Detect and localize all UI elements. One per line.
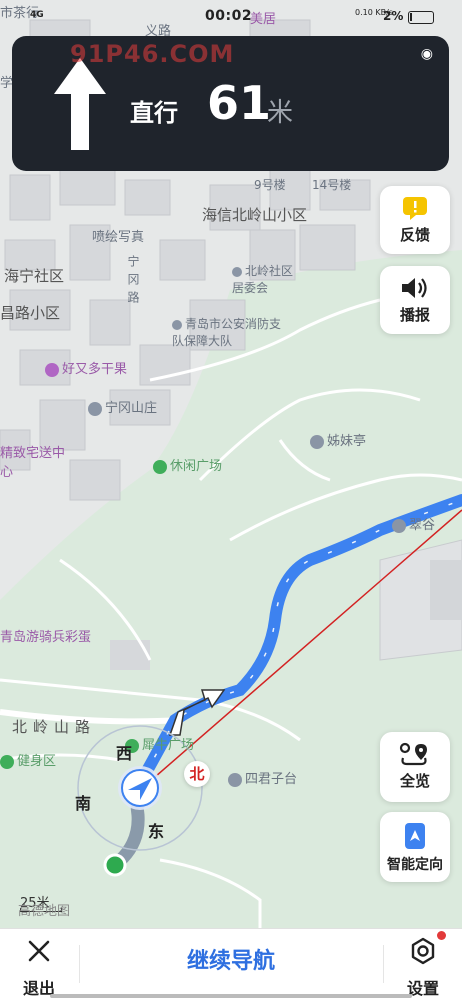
map-label: 9号楼 <box>254 178 286 192</box>
continue-navigation-button[interactable]: 继续导航 <box>80 929 382 1000</box>
close-icon <box>28 940 50 962</box>
carrier-indicator: 4G <box>30 10 44 20</box>
start-marker <box>103 853 127 877</box>
map-label: 四君子台 <box>228 768 297 787</box>
phone-locate-icon <box>405 823 425 849</box>
map-label: 健身区 <box>0 750 56 769</box>
map-label: 昌路小区 <box>0 304 61 322</box>
map-label: 休闲广场 <box>153 455 222 474</box>
clock: 00:02 <box>205 8 253 24</box>
terrace-icon <box>228 772 242 787</box>
status-bar: 4G 00:02 0.10 KB/s 2% <box>0 0 462 34</box>
map-label: 北岭山路 <box>12 718 97 736</box>
map-label: 姊妹亭 <box>310 430 366 449</box>
straight-arrow-icon <box>54 58 106 150</box>
broadcast-button[interactable]: 播报 <box>380 266 450 334</box>
community-icon <box>232 266 242 277</box>
scenic-icon <box>392 518 406 533</box>
map-label: 翠谷 <box>392 514 435 533</box>
battery-icon <box>408 11 434 24</box>
feedback-label: 反馈 <box>399 226 430 244</box>
map-label: 好又多干果 <box>45 358 127 377</box>
map-label: 海信北岭山小区 <box>202 206 308 224</box>
map-label: 海宁社区 <box>4 267 65 285</box>
guidance-unit: 米 <box>267 98 294 128</box>
feedback-icon <box>403 197 427 220</box>
map-label: 北岭社区居委会 <box>232 264 294 295</box>
home-indicator[interactable] <box>50 994 412 998</box>
smart-locate-button[interactable]: 智能定向 <box>380 812 450 882</box>
map-logo: 高德地图 <box>18 904 71 919</box>
guidance-distance: 61 <box>207 76 272 130</box>
gear-icon <box>411 937 435 965</box>
map-label: 宁冈山庄 <box>88 397 157 416</box>
park-icon <box>153 459 167 474</box>
watermark: 91P46.COM <box>70 40 235 68</box>
overview-label: 全览 <box>399 772 430 790</box>
pavilion-icon <box>310 434 324 449</box>
map-label: 喷绘写真 <box>92 230 145 245</box>
map-label: 犀牛广场 <box>125 734 194 753</box>
compass-south: 南 <box>75 794 92 813</box>
battery-level: 2% <box>383 9 404 23</box>
gps-signal-icon: ◉ <box>420 46 433 62</box>
notification-dot <box>437 931 446 940</box>
compass-north: 北 <box>184 761 210 787</box>
map-label: 青岛市公安消防支队保障大队 <box>172 317 282 348</box>
compass-west: 西 <box>116 744 133 763</box>
overview-button[interactable]: 全览 <box>380 732 450 802</box>
map-label: 宁冈路 <box>126 255 140 309</box>
guidance-action: 直行 <box>130 99 178 127</box>
map-label: 14号楼 <box>312 178 352 192</box>
map-label: 青岛游骑兵彩蛋 <box>0 630 92 645</box>
settings-button[interactable]: 设置 <box>384 929 462 1000</box>
compass-east: 东 <box>148 822 165 841</box>
speaker-icon <box>402 278 427 298</box>
feedback-button[interactable]: 反馈 <box>380 186 450 254</box>
exit-button[interactable]: 退出 <box>0 929 78 1000</box>
route-overview-icon <box>399 742 427 766</box>
smart-locate-label: 智能定向 <box>387 857 443 873</box>
building-icon <box>88 401 102 416</box>
shop-icon <box>45 362 59 377</box>
broadcast-label: 播报 <box>399 306 430 324</box>
shield-icon <box>172 319 182 330</box>
bottom-bar: 退出 继续导航 设置 <box>0 928 462 1000</box>
fitness-icon <box>0 754 14 769</box>
map-label: 精致宅送中心 <box>0 446 66 480</box>
